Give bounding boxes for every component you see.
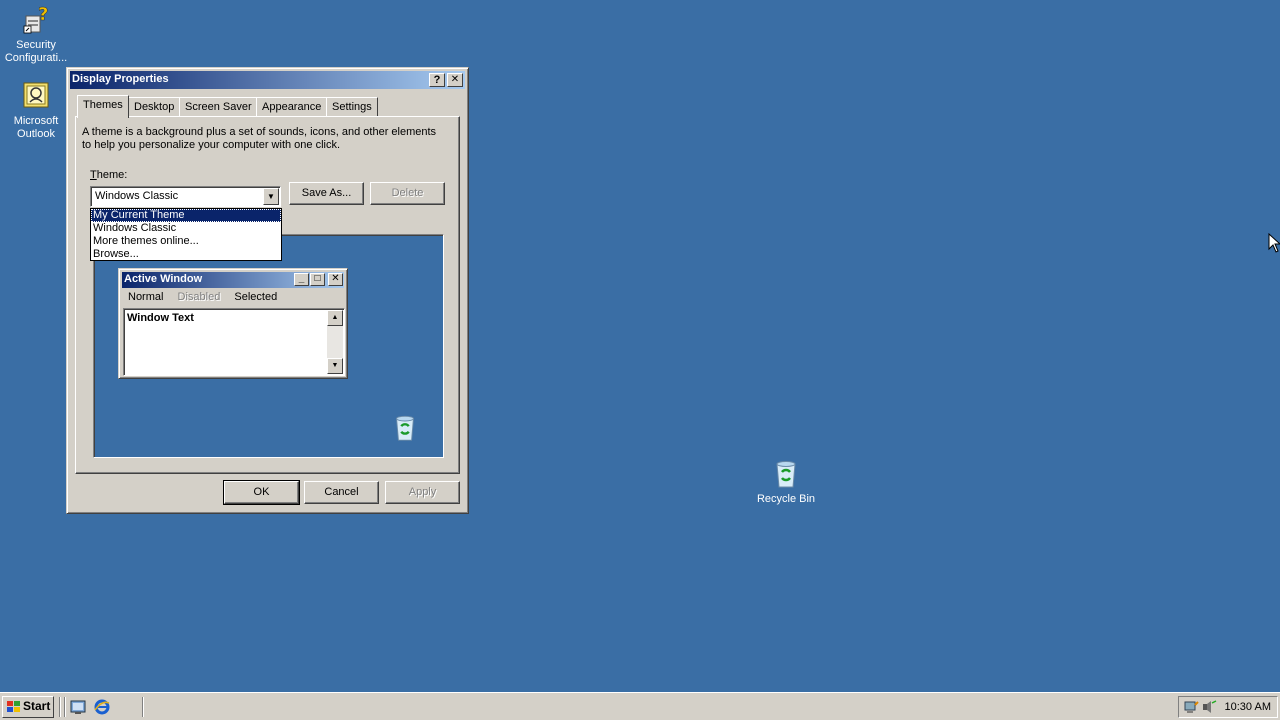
preview-menu-disabled: Disabled — [177, 291, 221, 303]
svg-text:?: ? — [38, 4, 48, 25]
close-button[interactable]: ✕ — [447, 73, 463, 87]
preview-menu-normal: Normal — [128, 291, 164, 303]
tab-settings[interactable]: Settings — [326, 97, 378, 117]
internet-explorer-icon[interactable] — [93, 698, 111, 716]
desktop: ? Security Configurati... Microsoft Outl… — [0, 0, 1280, 692]
save-as-button[interactable]: Save As... — [289, 182, 364, 205]
tab-appearance[interactable]: Appearance — [256, 97, 328, 117]
recycle-bin-icon — [396, 415, 414, 441]
preview-active-window: Active Window _ □ ✕ Normal Disabled Sele… — [118, 268, 348, 379]
desktop-icon-recycle-bin[interactable]: Recycle Bin — [748, 458, 824, 506]
start-button[interactable]: Start — [2, 696, 54, 718]
network-icon[interactable] — [1183, 699, 1199, 715]
desktop-icon-label: Microsoft Outlook — [13, 115, 59, 140]
preview-window-text-area: Window Text ▲ ▼ — [123, 308, 345, 376]
outlook-icon — [23, 82, 49, 108]
scroll-up-icon: ▲ — [327, 310, 343, 326]
theme-dropdown-list: My Current Theme Windows Classic More th… — [90, 208, 282, 261]
maximize-icon: □ — [310, 273, 325, 286]
theme-preview: Active Window _ □ ✕ Normal Disabled Sele… — [93, 234, 444, 458]
security-config-icon: ? — [23, 4, 49, 34]
preview-window-text: Window Text — [127, 312, 194, 324]
preview-window-title: Active Window — [124, 273, 203, 285]
taskbar-separator — [142, 697, 144, 717]
theme-combobox-value: Windows Classic — [95, 190, 179, 202]
preview-scrollbar: ▲ ▼ — [327, 310, 343, 374]
taskbar: Start 10:30 AM — [0, 692, 1280, 720]
desktop-icon-outlook[interactable]: Microsoft Outlook — [0, 80, 74, 141]
start-label: Start — [23, 699, 51, 713]
close-icon: ✕ — [328, 273, 343, 286]
theme-combobox[interactable]: Windows Classic ▼ — [90, 186, 281, 207]
system-tray: 10:30 AM — [1178, 696, 1278, 718]
recycle-bin-icon — [776, 461, 796, 488]
theme-option-more-themes-online[interactable]: More themes online... — [91, 235, 281, 248]
apply-button[interactable]: Apply — [385, 481, 460, 504]
help-button[interactable]: ? — [429, 73, 445, 87]
tab-themes[interactable]: Themes — [77, 95, 129, 118]
desktop-icon-label: Security Configurati... — [4, 39, 68, 64]
ok-button[interactable]: OK — [223, 480, 300, 505]
theme-option-windows-classic[interactable]: Windows Classic — [91, 222, 281, 235]
scroll-down-icon: ▼ — [327, 358, 343, 374]
volume-icon[interactable] — [1201, 699, 1217, 715]
show-desktop-icon[interactable] — [69, 698, 87, 716]
desktop-icon-security-configuration[interactable]: ? Security Configurati... — [0, 4, 74, 65]
theme-option-my-current-theme[interactable]: My Current Theme — [91, 209, 281, 222]
preview-menu-selected: Selected — [234, 291, 278, 303]
cancel-button[interactable]: Cancel — [304, 481, 379, 504]
preview-menu-bar: Normal Disabled Selected — [122, 290, 282, 306]
delete-button[interactable]: Delete — [370, 182, 445, 205]
dialog-titlebar[interactable]: Display Properties ? ✕ — [70, 71, 465, 89]
themes-description: A theme is a background plus a set of so… — [82, 126, 437, 151]
taskbar-separator — [59, 697, 61, 717]
display-properties-dialog: Display Properties ? ✕ Themes Desktop Sc… — [66, 67, 469, 514]
mouse-cursor-icon — [1268, 233, 1280, 253]
dialog-title: Display Properties — [72, 73, 169, 85]
clock[interactable]: 10:30 AM — [1225, 701, 1271, 713]
tab-screen-saver[interactable]: Screen Saver — [179, 97, 258, 117]
taskbar-separator — [64, 697, 66, 717]
desktop-icon-label: Recycle Bin — [756, 493, 816, 505]
preview-window-titlebar: Active Window _ □ ✕ — [122, 272, 344, 288]
tab-desktop[interactable]: Desktop — [128, 97, 181, 117]
theme-option-browse[interactable]: Browse... — [91, 248, 281, 261]
windows-logo-icon — [7, 701, 20, 712]
minimize-icon: _ — [294, 273, 309, 286]
theme-label: Theme: — [90, 169, 128, 181]
chevron-down-icon[interactable]: ▼ — [263, 188, 279, 205]
